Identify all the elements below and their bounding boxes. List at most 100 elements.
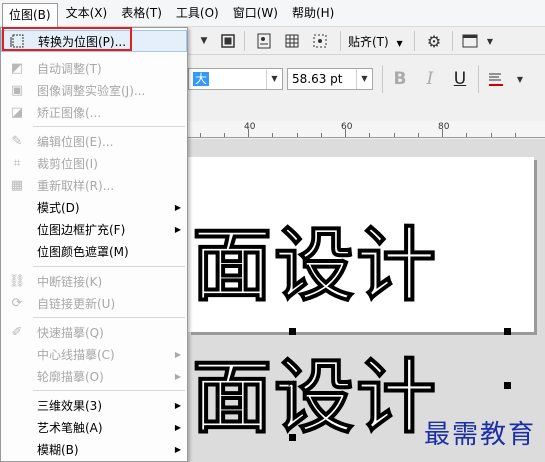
auto-adjust-icon: ◩ [10, 60, 24, 76]
grid-icon[interactable] [282, 31, 302, 51]
submenu-arrow-icon: ▶ [174, 444, 181, 454]
chevron-down-icon: ▼ [356, 69, 372, 89]
menu-help[interactable]: 帮助(H) [286, 2, 340, 24]
toolbar-separator [478, 65, 479, 93]
snap-label: 贴齐(T) [348, 35, 389, 49]
menu-item-label: 自动调整(T) [37, 61, 102, 76]
submenu-arrow-icon: ▶ [174, 349, 181, 359]
menu-item-label: 快速描摹(Q) [37, 325, 104, 340]
bitmap-dropdown-menu: 转换为位图(P)... ◩ 自动调整(T) ▣ 图像调整实验室(J)... ◪ … [0, 27, 188, 462]
menu-item-mode[interactable]: 模式(D) ▶ [1, 196, 187, 218]
menu-item-update-link[interactable]: ⟳ 自链接更新(U) [1, 292, 187, 314]
menu-item-resample[interactable]: ▦ 重新取样(R)... [1, 174, 187, 196]
ruler-label: 80 [438, 122, 450, 132]
full-screen-icon[interactable] [218, 31, 238, 51]
artistic-text-upper[interactable]: 面设计 [191, 201, 438, 317]
update-link-icon: ⟳ [11, 295, 23, 311]
menu-item-art-strokes[interactable]: 艺术笔触(A) ▶ [1, 416, 187, 438]
gear-icon[interactable]: ⚙ [424, 31, 444, 51]
menu-separator [33, 317, 185, 318]
menu-item-3d-effects[interactable]: 三维效果(3) ▶ [1, 394, 187, 416]
chevron-down-icon[interactable]: ▼ [480, 31, 500, 51]
menu-table[interactable]: 表格(T) [115, 2, 168, 24]
font-list-select[interactable]: 大 ▼ [188, 68, 283, 90]
menu-item-auto-adjust[interactable]: ◩ 自动调整(T) [1, 57, 187, 79]
menu-item-crop-bitmap[interactable]: ⌗ 裁剪位图(I) [1, 152, 187, 174]
menu-item-label: 转换为位图(P)... [38, 34, 127, 49]
menu-item-border-expand[interactable]: 位图边框扩充(F) ▶ [1, 218, 187, 240]
menu-item-image-lab[interactable]: ▣ 图像调整实验室(J)... [1, 79, 187, 101]
font-size-select[interactable]: 58.63 pt ▼ [287, 68, 373, 90]
menu-item-convert-to-bitmap[interactable]: 转换为位图(P)... [1, 30, 187, 52]
menu-item-edit-bitmap[interactable]: ✎ 编辑位图(E)... [1, 130, 187, 152]
menu-item-outline-trace[interactable]: 轮廓描摹(O) ▶ [1, 365, 187, 387]
import-icon[interactable] [254, 31, 274, 51]
menu-separator [33, 126, 185, 127]
submenu-arrow-icon: ▶ [174, 202, 181, 212]
horizontal-ruler[interactable]: 40 60 80 [188, 121, 545, 138]
watermark-text: 最需教育 [424, 420, 537, 450]
crop-bitmap-icon: ⌗ [13, 155, 21, 171]
text-align-icon[interactable] [486, 69, 506, 89]
menu-item-straighten[interactable]: ◪ 矫正图像(... [1, 101, 187, 123]
selection-handle[interactable] [504, 382, 511, 389]
menu-item-label: 裁剪位图(I) [37, 156, 98, 171]
selection-handle[interactable] [289, 434, 296, 441]
quick-trace-icon: ✐ [11, 324, 23, 340]
menu-item-blur[interactable]: 模糊(B) ▶ [1, 438, 187, 460]
menu-item-label: 位图颜色遮罩(M) [37, 244, 129, 259]
image-lab-icon: ▣ [10, 82, 24, 98]
break-link-icon: ⛓ [8, 273, 26, 289]
resample-icon: ▦ [10, 177, 24, 193]
menu-item-label: 轮廓描摹(O) [37, 369, 104, 384]
menu-item-label: 中断链接(K) [37, 274, 103, 289]
menu-item-label: 重新取样(R)... [37, 178, 115, 193]
menu-window[interactable]: 窗口(W) [227, 2, 284, 24]
artistic-text-lower[interactable]: 面设计 [191, 333, 438, 449]
ruler-label: 40 [244, 122, 256, 132]
menu-bar: 位图(B) 文本(X) 表格(T) 工具(O) 窗口(W) 帮助(H) [0, 0, 545, 27]
underline-button[interactable]: U [450, 69, 470, 89]
ruler-label: 60 [341, 122, 353, 132]
font-name-value: 大 [193, 72, 210, 86]
submenu-arrow-icon: ▶ [174, 371, 181, 381]
submenu-arrow-icon: ▶ [174, 422, 181, 432]
menu-item-label: 位图边框扩充(F) [37, 222, 126, 237]
bold-button[interactable]: B [390, 69, 410, 89]
chevron-down-icon[interactable]: ▼ [510, 69, 530, 89]
menu-item-label: 模糊(B) [37, 442, 79, 457]
dropdown-arrow-icon[interactable]: ▼ [194, 31, 214, 51]
straighten-icon: ◪ [10, 104, 24, 120]
guidelines-icon[interactable] [310, 31, 330, 51]
menu-item-quick-trace[interactable]: ✐ 快速描摹(Q) [1, 321, 187, 343]
convert-bitmap-icon [9, 32, 27, 50]
menu-item-label: 图像调整实验室(J)... [37, 83, 146, 98]
submenu-arrow-icon: ▶ [174, 224, 181, 234]
property-bar: 大 ▼ 58.63 pt ▼ B I U ▼ [188, 55, 545, 121]
toolbar-separator [340, 31, 341, 51]
italic-button[interactable]: I [420, 69, 440, 89]
chevron-down-icon: ▼ [266, 69, 282, 89]
menu-separator [33, 390, 185, 391]
menu-item-label: 艺术笔触(A) [37, 420, 103, 435]
menu-item-label: 三维效果(3) [37, 398, 102, 413]
menu-item-label: 自链接更新(U) [37, 296, 116, 311]
menu-item-label: 矫正图像(... [37, 105, 102, 120]
submenu-arrow-icon: ▶ [174, 400, 181, 410]
menu-item-centerline-trace[interactable]: 中心线描摹(C) ▶ [1, 343, 187, 365]
edit-bitmap-icon: ✎ [11, 133, 23, 149]
menu-tools[interactable]: 工具(O) [170, 2, 225, 24]
menu-item-label: 中心线描摹(C) [37, 347, 115, 362]
selection-handle[interactable] [504, 328, 511, 335]
menu-bitmap[interactable]: 位图(B) [2, 2, 58, 27]
launcher-icon[interactable] [460, 31, 480, 51]
menu-item-color-mask[interactable]: 位图颜色遮罩(M) [1, 240, 187, 262]
menu-item-label: 编辑位图(E)... [37, 134, 114, 149]
center-marker-icon: ✕ [287, 379, 296, 390]
standard-toolbar: ▼ 贴齐(T) ▼ ⚙ ▼ [188, 27, 545, 55]
snap-to-button[interactable]: 贴齐(T) ▼ [348, 33, 403, 50]
menu-item-break-link[interactable]: ⛓ 中断链接(K) [1, 270, 187, 292]
menu-separator [33, 266, 185, 267]
menu-text[interactable]: 文本(X) [60, 2, 114, 24]
toolbar-separator [244, 31, 245, 51]
